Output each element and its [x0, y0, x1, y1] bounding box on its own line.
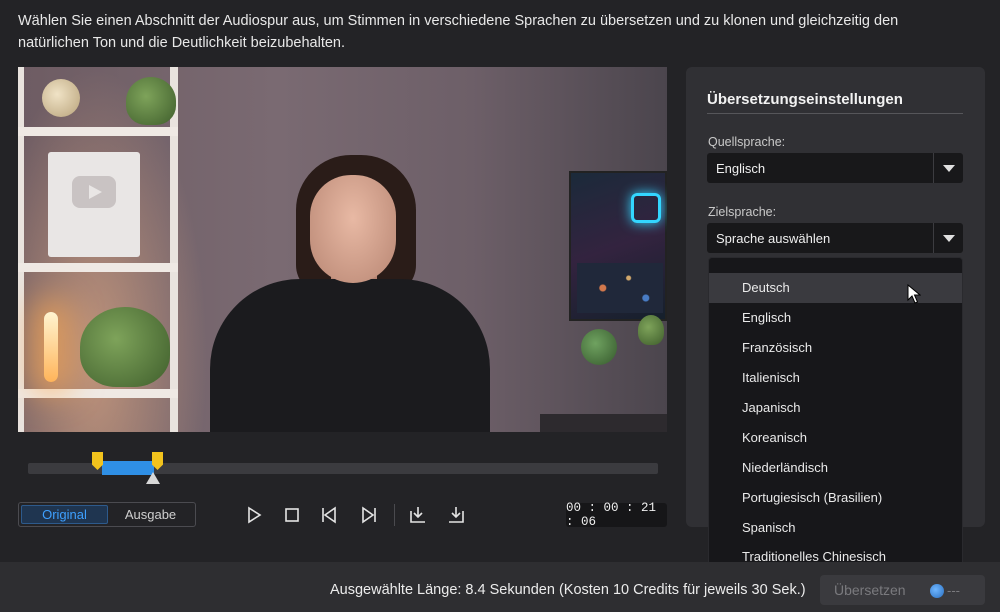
target-language-dropdown[interactable]: Deutsch Englisch Französisch Italienisch… — [708, 257, 963, 587]
control-separator — [394, 504, 395, 526]
monitor — [569, 171, 667, 321]
next-frame-icon — [362, 506, 376, 524]
instruction-line-2: natürlichen Ton und die Deutlichkeit bei… — [18, 35, 346, 51]
mouse-cursor-icon — [907, 284, 921, 304]
language-option-japanisch[interactable]: Japanisch — [709, 393, 962, 423]
play-icon — [248, 506, 262, 524]
output-toggle-button[interactable]: Ausgabe — [108, 505, 193, 524]
language-option-spanisch[interactable]: Spanisch — [709, 512, 962, 542]
mark-out-button[interactable] — [444, 503, 468, 527]
previous-frame-icon — [322, 506, 336, 524]
translate-button[interactable]: Übersetzen — [820, 575, 985, 605]
mark-in-button[interactable] — [406, 503, 430, 527]
original-output-toggle[interactable]: Original Ausgabe — [18, 502, 196, 527]
timecode-display: 00 : 00 : 21 : 06 — [566, 501, 667, 529]
mark-out-icon — [449, 507, 464, 523]
source-language-select[interactable]: Englisch — [707, 153, 963, 183]
translate-button-label: Übersetzen — [834, 582, 906, 598]
language-option-deutsch[interactable]: Deutsch — [709, 273, 962, 303]
lamp — [44, 312, 58, 382]
source-language-value: Englisch — [716, 160, 766, 176]
play-button[interactable] — [242, 503, 266, 527]
previous-frame-button[interactable] — [318, 503, 342, 527]
speaker — [210, 279, 490, 432]
language-option-koreanisch[interactable]: Koreanisch — [709, 422, 962, 452]
divider — [707, 113, 963, 114]
credit-icon — [930, 584, 944, 598]
instruction-text: Wählen Sie einen Abschnitt der Audiospur… — [18, 10, 978, 54]
source-language-label: Quellsprache: — [708, 135, 786, 149]
language-option-englisch[interactable]: Englisch — [709, 303, 962, 333]
credit-cost: --- — [947, 583, 960, 598]
playhead[interactable] — [146, 472, 160, 484]
chevron-down-icon[interactable] — [933, 153, 963, 183]
chevron-down-icon[interactable] — [933, 223, 963, 253]
target-language-label: Zielsprache: — [708, 205, 777, 219]
award-plaque — [48, 152, 140, 257]
panel-title: Übersetzungseinstellungen — [707, 91, 903, 108]
instruction-line-1: Wählen Sie einen Abschnitt der Audiospur… — [18, 13, 899, 29]
language-option-franzoesisch[interactable]: Französisch — [709, 333, 962, 363]
language-option-italienisch[interactable]: Italienisch — [709, 363, 962, 393]
language-option-portugiesisch[interactable]: Portugiesisch (Brasilien) — [709, 482, 962, 512]
target-language-value: Sprache auswählen — [716, 230, 831, 246]
target-language-select[interactable]: Sprache auswählen — [707, 223, 963, 253]
next-frame-button[interactable] — [356, 503, 380, 527]
stop-button[interactable] — [280, 503, 304, 527]
stop-icon — [285, 508, 299, 522]
video-preview — [18, 67, 667, 432]
language-option-niederlaendisch[interactable]: Niederländisch — [709, 452, 962, 482]
selection-summary: Ausgewählte Länge: 8.4 Sekunden (Kosten … — [330, 582, 806, 598]
mark-in-icon — [410, 507, 425, 523]
original-toggle-button[interactable]: Original — [21, 505, 108, 524]
